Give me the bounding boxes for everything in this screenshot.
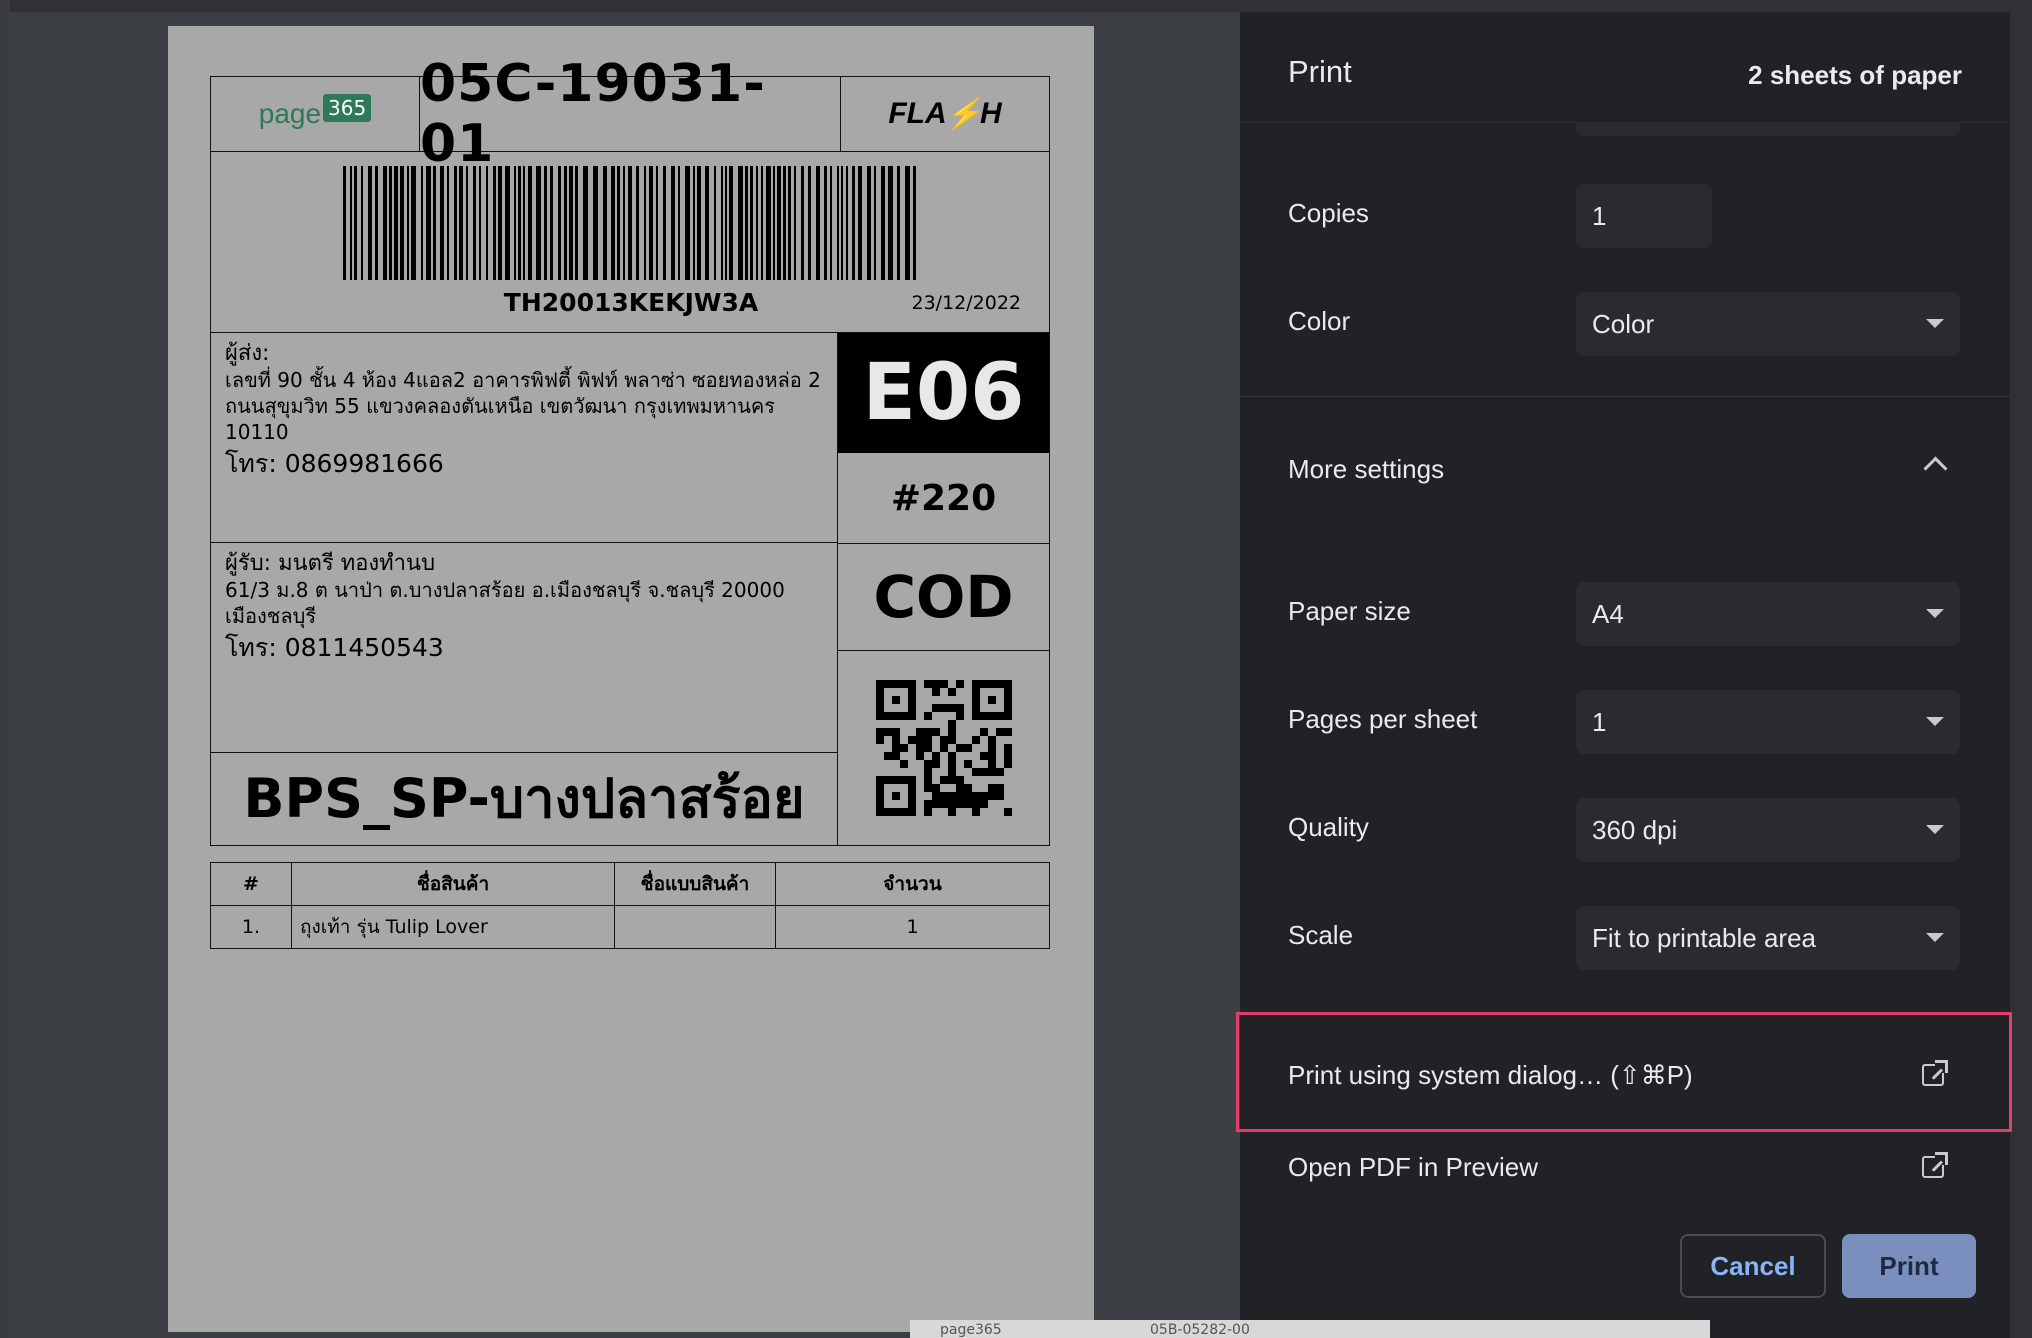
page365-logo: page 365 — [211, 77, 420, 151]
sender-address: เลขที่ 90 ชั้น 4 ห้อง 4แอล2 อาคารพิฟตี้ … — [225, 368, 821, 444]
barcode-row: TH20013KEKJW3A 23/12/2022 — [210, 152, 1050, 333]
print-system-dialog-link[interactable]: Print using system dialog… (⇧⌘P) — [1236, 1012, 2012, 1132]
row-index: 1. — [210, 905, 292, 949]
preview-page: page 365 05C-19031-01 FLA ⚡ H TH20013KEKJW3… — [168, 26, 1094, 1332]
label-header-row: page 365 05C-19031-01 FLA ⚡ H — [210, 54, 1050, 174]
dropdown-arrow-icon — [1926, 825, 1944, 834]
ship-date: 23/12/2022 — [911, 292, 1021, 314]
dropdown-arrow-icon — [1926, 717, 1944, 726]
items-table-header: # ชื่อสินค้า ชื่อแบบสินค้า จำนวน — [210, 862, 1050, 906]
print-settings-panel: Print 2 sheets of paper Copies 1 Color C… — [1236, 12, 2012, 1338]
quality-value: 360 dpi — [1592, 814, 1678, 845]
carrier-logo-right: H — [980, 97, 1002, 130]
copies-label: Copies — [1288, 198, 1369, 228]
row-variant — [614, 905, 776, 949]
barcode — [343, 166, 916, 280]
receiver-address: 61/3 ม.8 ต นาป่า ต.บางปลาสร้อย อ.เมืองชล… — [225, 578, 785, 628]
flash-express-logo: FLA ⚡ H — [841, 77, 1049, 151]
address-column: ผู้ส่ง: เลขที่ 90 ชั้น 4 ห้อง 4แอล2 อาคา… — [211, 333, 838, 845]
quality-select[interactable]: 360 dpi — [1576, 798, 1960, 862]
sheets-count: 2 sheets of paper — [1748, 60, 1962, 90]
more-settings-toggle[interactable]: More settings — [1288, 454, 1444, 485]
copies-input[interactable]: 1 — [1576, 184, 1712, 248]
receiver-heading: ผู้รับ: มนตรี ทองทำนบ — [225, 551, 436, 576]
qr-code-icon — [875, 680, 1012, 816]
logo-badge: 365 — [323, 94, 372, 122]
table-row: 1. ถุงเท้า รุ่น Tulip Lover 1 — [210, 905, 1050, 949]
pages-per-sheet-label: Pages per sheet — [1288, 704, 1478, 734]
receiver-section: ผู้รับ: มนตรี ทองทำนบ 61/3 ม.8 ต นาป่า ต… — [211, 543, 837, 753]
dropdown-arrow-icon — [1926, 933, 1944, 942]
system-dialog-label: Print using system dialog… (⇧⌘P) — [1288, 1060, 1693, 1090]
chevron-up-icon[interactable] — [1923, 456, 1948, 481]
pages-per-sheet-value: 1 — [1592, 706, 1607, 737]
paper-size-select[interactable]: A4 — [1576, 582, 1960, 646]
panel-top-gap — [1240, 0, 2010, 12]
scale-label: Scale — [1288, 920, 1354, 950]
sender-section: ผู้ส่ง: เลขที่ 90 ชั้น 4 ห้อง 4แอล2 อาคา… — [211, 333, 837, 543]
open-external-icon — [1922, 1152, 1948, 1178]
open-pdf-preview-link[interactable]: Open PDF in Preview — [1288, 1152, 1538, 1183]
sender-heading: ผู้ส่ง: — [225, 341, 270, 366]
destination-select-partial[interactable] — [1576, 122, 1960, 136]
scale-select[interactable]: Fit to printable area — [1576, 906, 1960, 970]
sender-phone: โทร: 0869981666 — [225, 449, 444, 478]
items-table: # ชื่อสินค้า ชื่อแบบสินค้า จำนวน 1. ถุงเ… — [210, 862, 1050, 949]
receiver-phone: โทร: 0811450543 — [225, 633, 444, 662]
peek-right-text: 05B-05282-00 — [1150, 1322, 1250, 1338]
print-preview-area[interactable]: page 365 05C-19031-01 FLA ⚡ H TH20013KEKJW3… — [8, 12, 1240, 1338]
color-select[interactable]: Color — [1576, 292, 1960, 356]
quality-label: Quality — [1288, 812, 1369, 842]
zone-code: E06 — [838, 333, 1049, 453]
peek-left-text: page365 — [940, 1322, 1002, 1338]
payment-type: COD — [838, 544, 1049, 651]
col-variant: ชื่อแบบสินค้า — [614, 862, 776, 906]
print-title: Print — [1288, 54, 1352, 89]
dropdown-arrow-icon — [1926, 609, 1944, 618]
pages-per-sheet-select[interactable]: 1 — [1576, 690, 1960, 754]
row-product-name: ถุงเท้า รุ่น Tulip Lover — [291, 905, 615, 949]
row-quantity: 1 — [775, 905, 1050, 949]
paper-size-label: Paper size — [1288, 596, 1411, 626]
order-code: 05C-19031-01 — [420, 54, 841, 174]
dropdown-arrow-icon — [1926, 319, 1944, 328]
bolt-icon: ⚡ — [944, 97, 982, 131]
destination-branch: BPS_SP-บางปลาสร้อย — [243, 767, 805, 830]
carrier-logo-left: FLA — [888, 97, 947, 130]
address-block: ผู้ส่ง: เลขที่ 90 ชั้น 4 ห้อง 4แอล2 อาคา… — [210, 333, 1050, 846]
logo-text: page — [258, 98, 322, 129]
cancel-button[interactable]: Cancel — [1680, 1234, 1826, 1298]
codes-column: E06 #220 COD — [838, 333, 1049, 845]
screen: page 365 05C-19031-01 FLA ⚡ H TH20013KEKJW3… — [0, 0, 2032, 1338]
background-page-peek: page365 05B-05282-00 — [910, 1320, 1710, 1338]
scale-value: Fit to printable area — [1592, 922, 1817, 953]
sort-code: #220 — [838, 453, 1049, 544]
color-label: Color — [1288, 306, 1351, 336]
qr-code — [838, 651, 1049, 845]
col-quantity: จำนวน — [775, 862, 1050, 906]
open-external-icon — [1922, 1060, 1948, 1086]
col-index: # — [210, 862, 292, 906]
section-divider — [1240, 396, 2010, 397]
print-button[interactable]: Print — [1842, 1234, 1976, 1298]
shipping-label: page 365 05C-19031-01 FLA ⚡ H TH20013KEKJW3… — [210, 54, 1050, 949]
paper-size-value: A4 — [1592, 598, 1624, 629]
color-select-value: Color — [1592, 308, 1655, 339]
col-product-name: ชื่อสินค้า — [291, 862, 615, 906]
